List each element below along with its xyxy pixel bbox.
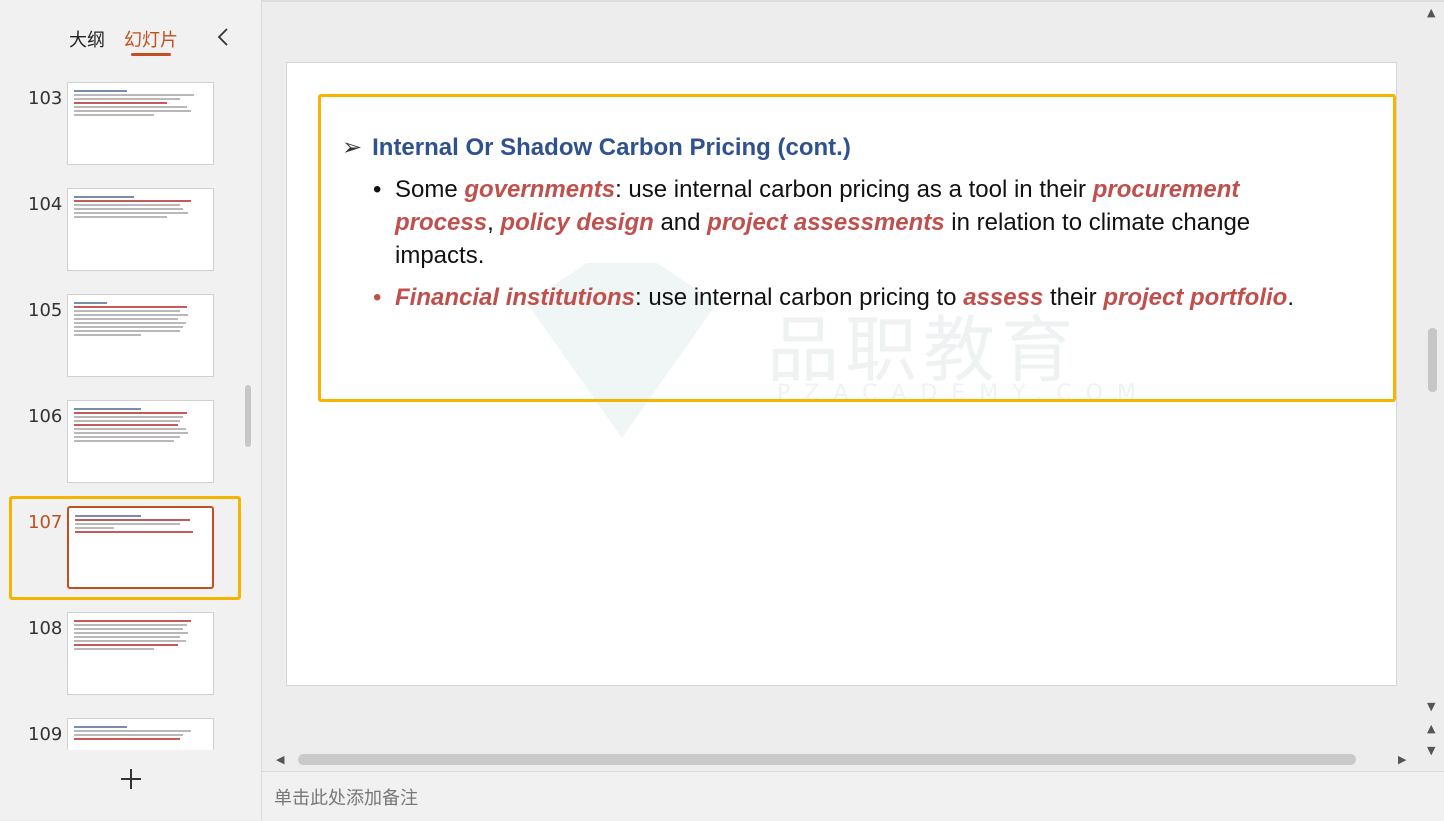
thumbnail-slide-104[interactable]: 104: [0, 182, 261, 282]
slide-thumbnail[interactable]: [67, 82, 214, 165]
active-tab-indicator: [131, 53, 171, 56]
slide-number: 109: [28, 724, 63, 745]
slide-number: 106: [28, 406, 63, 427]
scroll-down-icon[interactable]: ▼: [1427, 700, 1435, 713]
heading-text: Internal Or Shadow Carbon Pricing (cont.…: [372, 134, 851, 161]
next-slide-icon[interactable]: ▼: [1427, 744, 1435, 757]
text-run: : use internal carbon pricing to: [635, 284, 964, 311]
bullet-dot-icon: •: [373, 284, 382, 311]
slide-number: 108: [28, 618, 63, 639]
text-run: ,: [487, 209, 501, 236]
emphasis-run: policy design: [500, 209, 654, 236]
thumbnail-slide-106[interactable]: 106: [0, 394, 261, 494]
bullet-governments[interactable]: • Some governments: use internal carbon …: [373, 173, 1315, 272]
top-divider: [262, 0, 1444, 2]
text-run: .: [1287, 284, 1294, 311]
emphasis-run: project assessments: [707, 209, 945, 236]
thumbnail-slide-105[interactable]: 105: [0, 288, 261, 388]
bullet-financial-institutions[interactable]: • Financial institutions: use internal c…: [373, 281, 1375, 314]
previous-slide-icon[interactable]: ▲: [1427, 722, 1435, 735]
slide-thumbnail[interactable]: [67, 718, 214, 750]
notes-placeholder[interactable]: 单击此处添加备注: [274, 784, 418, 810]
plus-icon[interactable]: [118, 766, 144, 792]
chevron-left-icon[interactable]: [213, 26, 235, 48]
emphasis-run: project portfolio: [1103, 284, 1288, 311]
arrow-bullet-icon: ➢: [342, 134, 363, 161]
slide-thumbnail[interactable]: [67, 612, 214, 695]
slide-number: 105: [28, 300, 63, 321]
slide-number: 103: [28, 88, 63, 109]
slide-number: 104: [28, 194, 63, 215]
slides-panel: 大纲 幻灯片 103 104 105 106 107 108 109: [0, 0, 262, 820]
thumbnail-slide-103[interactable]: 103: [0, 76, 261, 176]
horizontal-scrollbar-thumb[interactable]: [298, 754, 1356, 765]
text-run: their: [1043, 284, 1104, 311]
tab-outline[interactable]: 大纲: [69, 26, 105, 52]
scroll-up-icon[interactable]: ▲: [1427, 6, 1435, 19]
thumbnail-list: 103 104 105 106 107 108 109: [0, 76, 261, 750]
annotation-highlight-box: [9, 496, 241, 600]
slide-thumbnail[interactable]: [67, 400, 214, 483]
text-run: Some: [395, 176, 465, 203]
thumbnail-slide-108[interactable]: 108: [0, 606, 261, 706]
text-run: : use internal carbon pricing as a tool …: [615, 176, 1093, 203]
tab-slides[interactable]: 幻灯片: [124, 26, 178, 52]
thumbnail-scrollbar[interactable]: [245, 385, 251, 447]
emphasis-run: assess: [963, 284, 1044, 311]
notes-pane[interactable]: 单击此处添加备注: [262, 771, 1444, 821]
scroll-right-icon[interactable]: ▶: [1398, 753, 1406, 766]
emphasis-run: Financial institutions: [395, 284, 636, 311]
text-run: and: [653, 209, 708, 236]
slide-heading[interactable]: ➢ Internal Or Shadow Carbon Pricing (cont…: [342, 133, 851, 162]
emphasis-run: governments: [464, 176, 616, 203]
vertical-scrollbar-thumb[interactable]: [1428, 328, 1437, 392]
slide-thumbnail[interactable]: [67, 294, 214, 377]
slide-canvas[interactable]: 品职教育 PZACADEMY.COM ➢ Internal Or Shadow C…: [286, 62, 1397, 686]
slide-thumbnail[interactable]: [67, 188, 214, 271]
scroll-left-icon[interactable]: ◀: [276, 753, 284, 766]
thumbnail-slide-109[interactable]: 109: [0, 712, 261, 750]
bullet-dot-icon: •: [373, 176, 382, 203]
